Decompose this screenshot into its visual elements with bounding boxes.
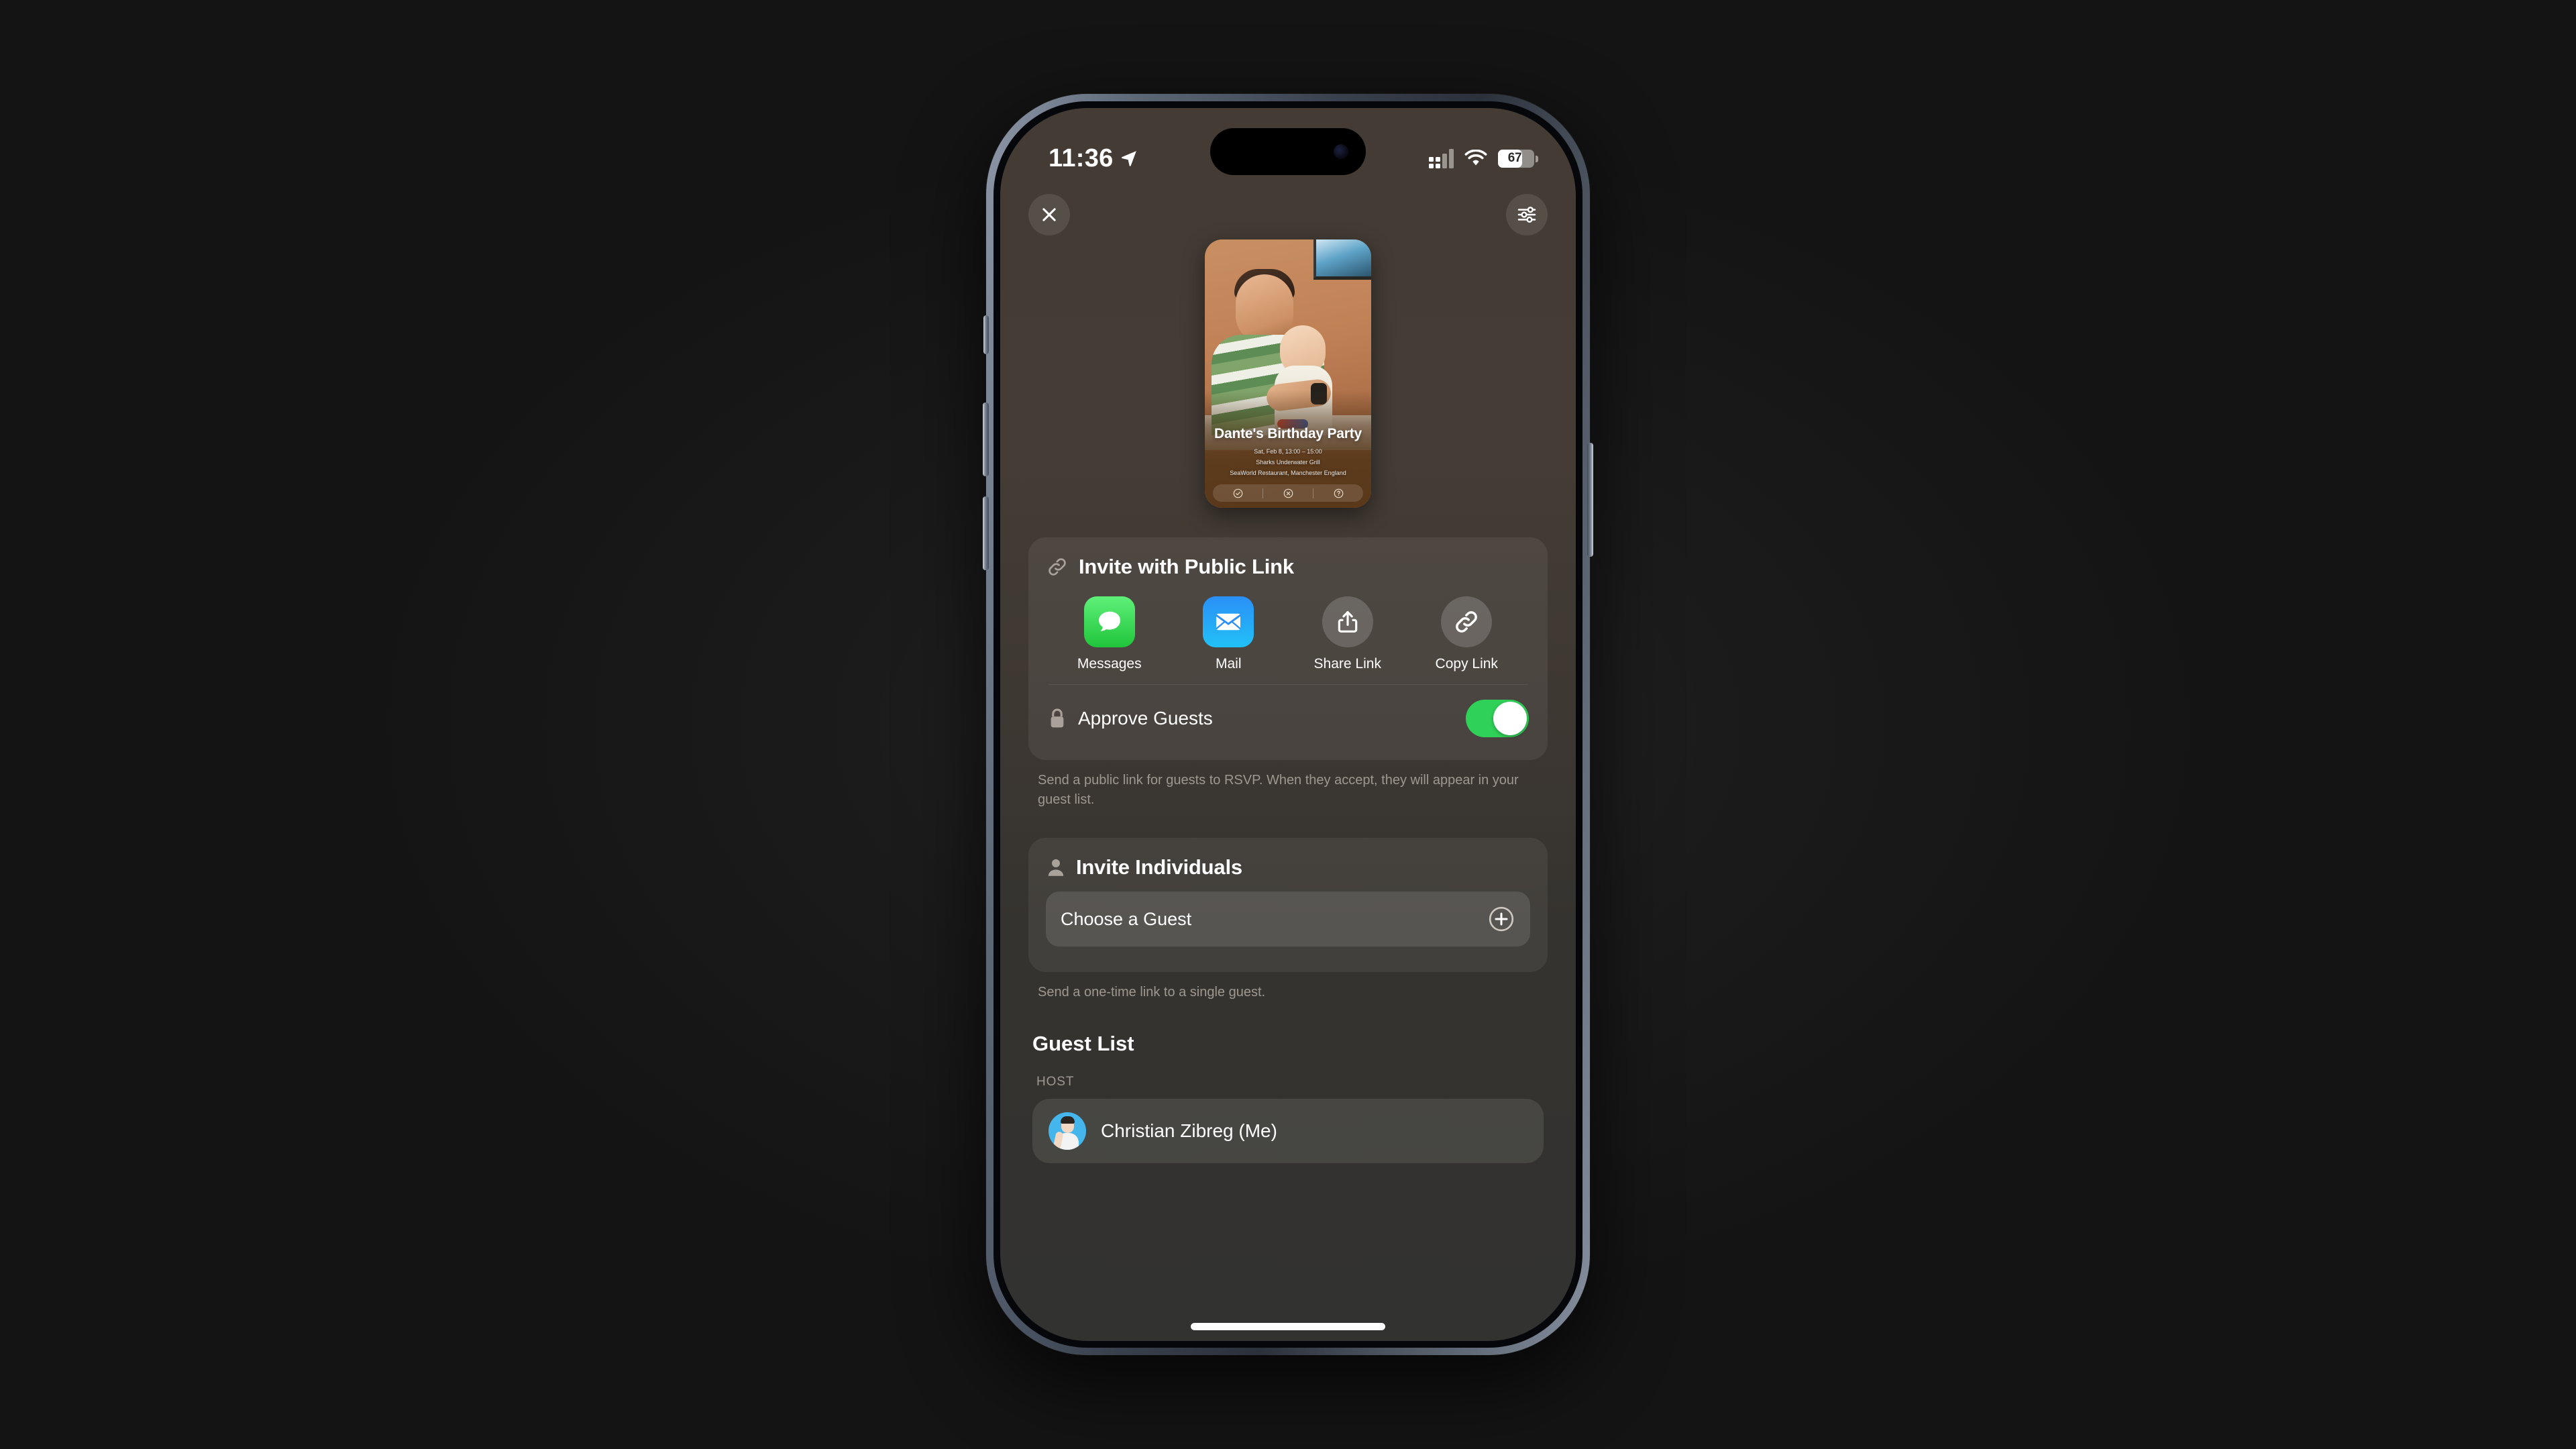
public-link-caption: Send a public link for guests to RSVP. W… bbox=[1038, 773, 1519, 807]
invite-individuals-section: Invite Individuals Choose a Guest bbox=[1028, 838, 1548, 972]
link-icon bbox=[1049, 558, 1066, 576]
approve-guests-label: Approve Guests bbox=[1078, 708, 1213, 729]
share-action-copy-link[interactable]: Copy Link bbox=[1419, 596, 1513, 672]
event-date: Sat, Feb 8, 13:00 – 15:00 bbox=[1254, 448, 1322, 455]
question-circle-icon bbox=[1334, 488, 1343, 498]
mute-switch[interactable] bbox=[983, 315, 989, 354]
event-options-button[interactable] bbox=[1506, 194, 1548, 235]
x-circle-icon bbox=[1283, 488, 1293, 498]
event-venue: Sharks Underwater Grill bbox=[1256, 459, 1320, 466]
check-circle-icon bbox=[1233, 488, 1242, 498]
approve-guests-toggle[interactable] bbox=[1466, 700, 1529, 737]
event-card-text: Dante's Birthday Party Sat, Feb 8, 13:00… bbox=[1205, 425, 1371, 478]
share-action-share-link[interactable]: Share Link bbox=[1301, 596, 1395, 672]
copy-link-icon bbox=[1441, 596, 1493, 647]
host-list-item[interactable]: Christian Zibreg (Me) bbox=[1032, 1099, 1544, 1163]
rsvp-yes-button[interactable] bbox=[1213, 488, 1263, 498]
share-actions-row: Messages Mail Share Link Copy Link bbox=[1046, 583, 1530, 682]
power-button[interactable] bbox=[1587, 443, 1593, 557]
choose-guest-field[interactable]: Choose a Guest bbox=[1046, 892, 1530, 947]
iphone-device-frame: 11:36 67 Dante's Birthday Party Sat, Feb… bbox=[983, 94, 1593, 1355]
guest-list-section: Guest List HOST Christian Zibreg (Me) bbox=[1000, 1032, 1576, 1163]
invite-sheet-content: Dante's Birthday Party Sat, Feb 8, 13:00… bbox=[1000, 108, 1576, 1341]
event-location: SeaWorld Restaurant, Manchester England bbox=[1230, 470, 1346, 477]
public-link-header: Invite with Public Link bbox=[1046, 555, 1530, 579]
phone-screen: 11:36 67 Dante's Birthday Party Sat, Feb… bbox=[1000, 108, 1576, 1341]
share-icon bbox=[1322, 596, 1373, 647]
screenshot-stage: 11:36 67 Dante's Birthday Party Sat, Feb… bbox=[0, 0, 2576, 1449]
close-button[interactable] bbox=[1028, 194, 1070, 235]
host-name: Christian Zibreg (Me) bbox=[1101, 1120, 1277, 1141]
home-indicator[interactable] bbox=[1191, 1323, 1385, 1330]
person-icon bbox=[1048, 859, 1064, 876]
event-title: Dante's Birthday Party bbox=[1214, 425, 1362, 441]
phone-bezel: 11:36 67 Dante's Birthday Party Sat, Feb… bbox=[994, 101, 1582, 1348]
host-section-label: HOST bbox=[1036, 1075, 1075, 1089]
invite-individuals-caption: Send a one-time link to a single guest. bbox=[1038, 985, 1266, 1000]
approve-guests-left: Approve Guests bbox=[1047, 707, 1213, 730]
lock-icon bbox=[1051, 708, 1064, 728]
public-link-section: Invite with Public Link Messages Mail Sh… bbox=[1028, 537, 1548, 760]
rsvp-button-row bbox=[1213, 484, 1363, 502]
toggle-knob bbox=[1493, 702, 1527, 735]
rsvp-no-button[interactable] bbox=[1263, 488, 1313, 498]
choose-guest-label: Choose a Guest bbox=[1061, 908, 1192, 929]
guest-list-title: Guest List bbox=[1032, 1032, 1134, 1055]
rsvp-maybe-button[interactable] bbox=[1313, 488, 1363, 498]
share-action-label: Share Link bbox=[1313, 656, 1381, 672]
share-action-label: Mail bbox=[1215, 656, 1242, 672]
plus-circle-icon[interactable] bbox=[1487, 905, 1515, 933]
share-action-messages[interactable]: Messages bbox=[1063, 596, 1157, 672]
dynamic-island bbox=[1210, 128, 1366, 175]
share-action-mail[interactable]: Mail bbox=[1181, 596, 1275, 672]
mail-icon bbox=[1203, 596, 1254, 647]
sliders-icon bbox=[1517, 207, 1536, 223]
share-action-label: Copy Link bbox=[1435, 656, 1498, 672]
close-icon bbox=[1042, 208, 1056, 221]
front-camera-icon bbox=[1334, 144, 1348, 159]
invite-individuals-title: Invite Individuals bbox=[1076, 855, 1242, 879]
share-action-label: Messages bbox=[1077, 656, 1142, 672]
messages-icon bbox=[1083, 596, 1135, 647]
event-card-container: Dante's Birthday Party Sat, Feb 8, 13:00… bbox=[1000, 239, 1576, 508]
invite-individuals-header: Invite Individuals bbox=[1046, 855, 1530, 879]
public-link-title: Invite with Public Link bbox=[1079, 555, 1294, 578]
volume-down-button[interactable] bbox=[983, 496, 989, 570]
event-preview-card[interactable]: Dante's Birthday Party Sat, Feb 8, 13:00… bbox=[1205, 239, 1371, 508]
volume-up-button[interactable] bbox=[983, 402, 989, 476]
approve-guests-row[interactable]: Approve Guests bbox=[1046, 685, 1530, 753]
avatar-icon bbox=[1049, 1112, 1086, 1150]
